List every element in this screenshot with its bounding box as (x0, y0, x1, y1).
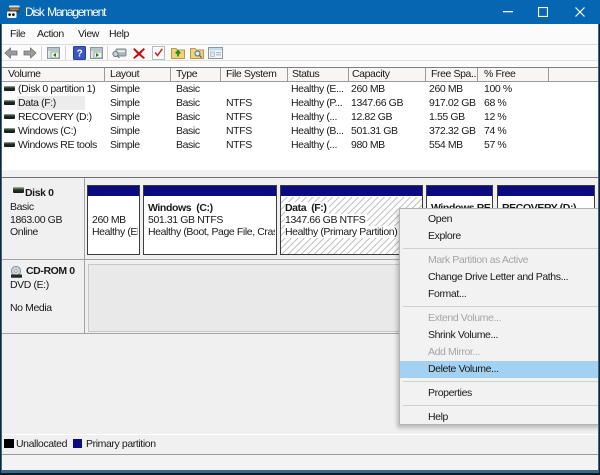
svg-text:?: ? (77, 49, 83, 60)
